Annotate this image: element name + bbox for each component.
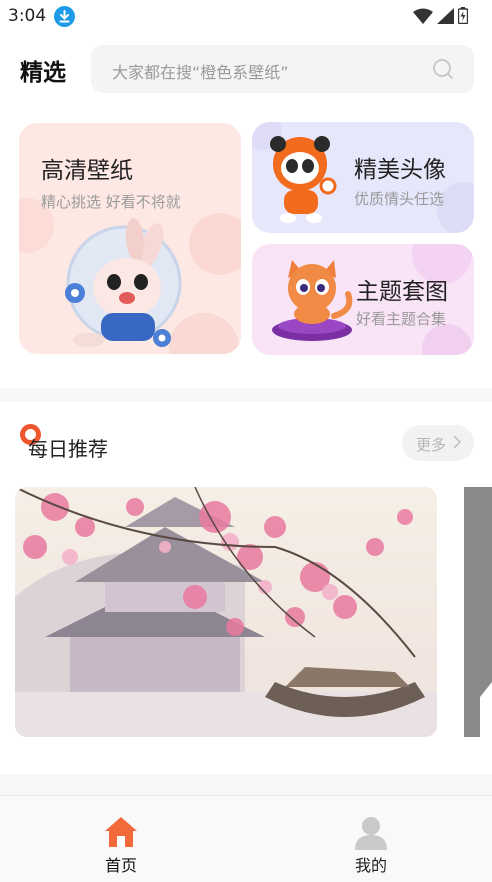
home-icon xyxy=(105,817,137,847)
search-bar[interactable]: 大家都在搜“橙色系壁纸” xyxy=(91,45,474,93)
more-button[interactable]: 更多 xyxy=(402,425,474,461)
nav-label-home: 首页 xyxy=(104,856,137,875)
daily-title: 每日推荐 xyxy=(28,437,108,461)
search-icon[interactable] xyxy=(432,58,454,80)
hd-wallpaper-title: 高清壁纸 xyxy=(41,158,133,184)
status-indicators xyxy=(413,7,468,24)
chevron-right-icon xyxy=(453,435,461,449)
avatar-card[interactable]: 精美头像 优质情头任选 xyxy=(252,122,474,233)
wifi-icon xyxy=(413,8,433,24)
page-title: 精选 xyxy=(20,60,66,86)
download-icon xyxy=(54,6,75,27)
search-placeholder: 大家都在搜“橙色系壁纸” xyxy=(112,63,289,82)
avatar-subtitle: 优质情头任选 xyxy=(354,190,445,208)
status-bar: 3:04 xyxy=(0,0,492,34)
panda-avatar-illustration xyxy=(270,136,337,223)
more-label: 更多 xyxy=(416,436,447,454)
user-icon xyxy=(355,817,387,850)
status-time: 3:04 xyxy=(8,6,47,26)
bottom-nav: 首页 我的 xyxy=(0,795,492,882)
hd-wallpaper-card[interactable]: 高清壁纸 精心挑选 好看不将就 xyxy=(19,123,241,354)
avatar-title: 精美头像 xyxy=(354,157,446,183)
next-wallpaper-image xyxy=(464,487,492,737)
battery-icon xyxy=(458,7,468,24)
daily-recommend-section: 每日推荐 更多 xyxy=(0,402,492,774)
nav-item-home[interactable]: 首页 xyxy=(61,796,181,882)
signal-icon xyxy=(437,7,454,24)
next-wallpaper-peek[interactable] xyxy=(464,487,492,737)
nav-label-mine: 我的 xyxy=(354,856,387,875)
wallpaper-banner[interactable] xyxy=(15,487,437,737)
theme-set-subtitle: 好看主题合集 xyxy=(356,310,447,328)
cat-theme-illustration xyxy=(272,260,353,341)
nav-item-mine[interactable]: 我的 xyxy=(311,796,431,882)
category-section: 高清壁纸 精心挑选 好看不将就 精美头像 优质情头任选 主题套图 好看主题合集 xyxy=(0,104,492,388)
rabbit-astronaut-illustration xyxy=(65,218,182,347)
blossom-pavilion-image xyxy=(15,487,437,737)
top-header: 精选 大家都在搜“橙色系壁纸” xyxy=(0,34,492,104)
theme-set-card[interactable]: 主题套图 好看主题合集 xyxy=(252,244,474,355)
theme-set-title: 主题套图 xyxy=(356,279,448,305)
hd-wallpaper-subtitle: 精心挑选 好看不将就 xyxy=(41,193,181,211)
